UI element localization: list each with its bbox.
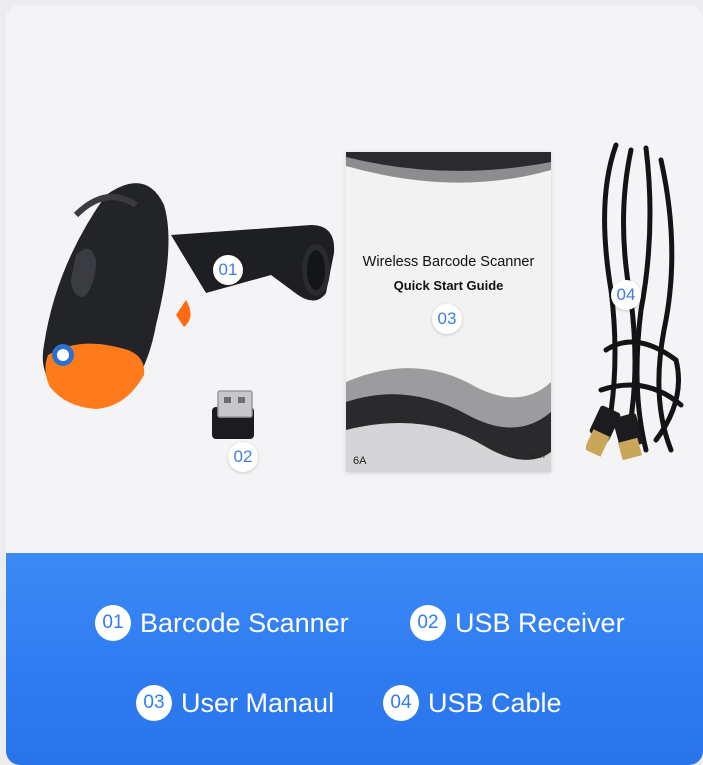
legend-label-usb-cable: USB Cable <box>428 687 562 718</box>
barcode-scanner-image <box>42 183 335 409</box>
manual-cover-title: Wireless Barcode Scanner <box>362 254 535 270</box>
legend-item-barcode-scanner: 01 Barcode Scanner <box>95 605 349 641</box>
legend-label-user-manual: User Manaul <box>181 687 335 718</box>
legend-number-02: 02 <box>410 605 446 641</box>
manual-cover-version: V1.7 <box>530 451 547 460</box>
usb-cable-image <box>586 142 684 461</box>
product-image-area: 01 02 Wireless Barcode Scanner Quick Sta… <box>6 5 703 553</box>
legend-item-usb-cable: 04 USB Cable <box>383 685 562 721</box>
manual-cover-model: 6A <box>353 455 367 467</box>
contents-legend: 01 Barcode Scanner 02 USB Receiver 03 Us… <box>6 553 703 765</box>
legend-item-user-manual: 03 User Manaul <box>136 685 334 721</box>
usb-receiver-image <box>212 390 254 439</box>
manual-cover-subtitle: Quick Start Guide <box>393 278 504 293</box>
badge-03: 03 <box>432 304 462 334</box>
legend-number-03: 03 <box>136 685 172 721</box>
legend-label-barcode-scanner: Barcode Scanner <box>140 607 349 638</box>
legend-item-usb-receiver: 02 USB Receiver <box>410 605 625 641</box>
legend-number-04: 04 <box>383 685 419 721</box>
badge-01: 01 <box>213 255 243 285</box>
badge-02: 02 <box>228 442 258 472</box>
legend-label-usb-receiver: USB Receiver <box>455 607 625 638</box>
legend-number-01: 01 <box>95 605 131 641</box>
product-card: 01 02 Wireless Barcode Scanner Quick Sta… <box>6 5 703 765</box>
badge-04: 04 <box>611 280 641 310</box>
